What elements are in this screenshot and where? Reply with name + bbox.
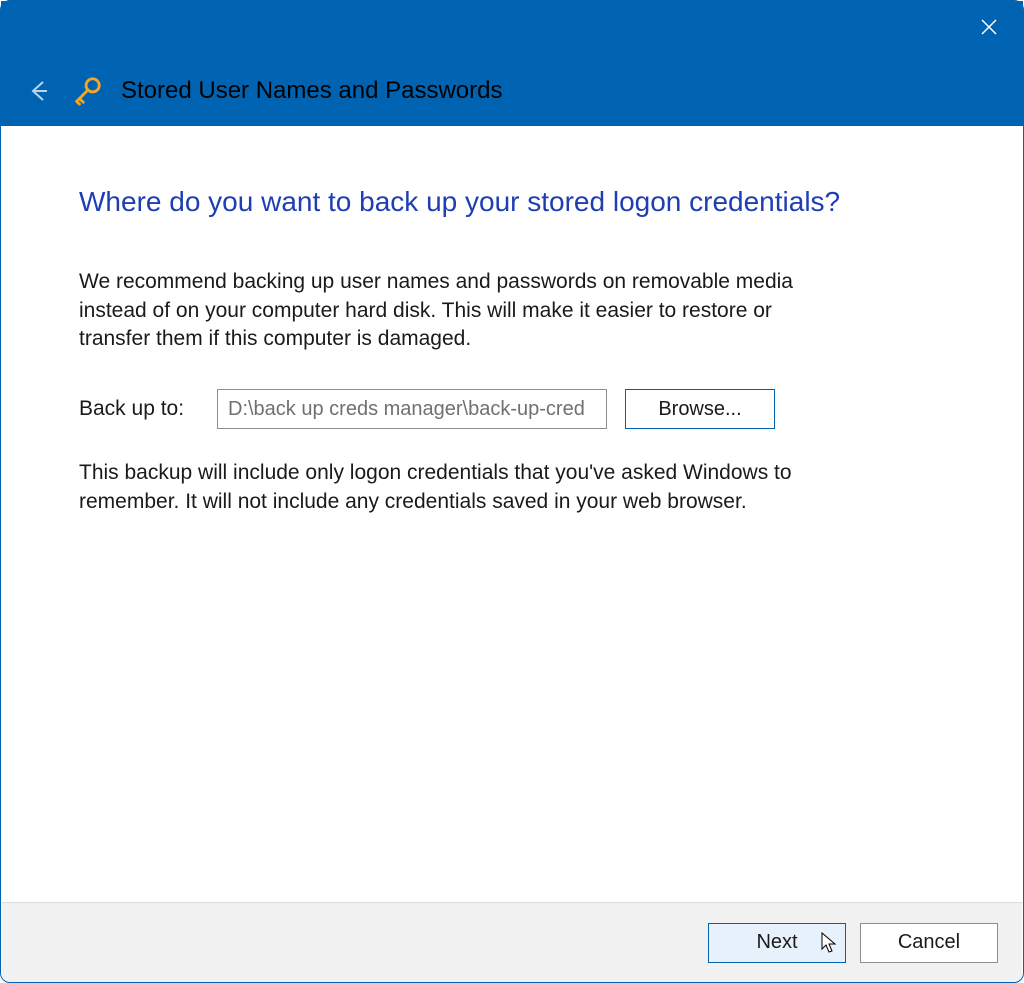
note-text: This backup will include only logon cred…	[79, 459, 819, 516]
browse-button[interactable]: Browse...	[625, 389, 775, 429]
header-title: Stored User Names and Passwords	[121, 77, 503, 105]
close-icon	[980, 18, 998, 36]
cancel-button[interactable]: Cancel	[860, 923, 998, 963]
next-button-label: Next	[756, 931, 797, 954]
description-text: We recommend backing up user names and p…	[79, 268, 819, 353]
back-arrow-icon	[25, 78, 51, 104]
cursor-icon	[819, 931, 839, 955]
header-bar: Stored User Names and Passwords	[1, 56, 1023, 126]
backup-path-input[interactable]	[217, 389, 607, 429]
titlebar	[1, 1, 1023, 56]
footer-bar: Next Cancel	[2, 902, 1022, 982]
back-button[interactable]	[23, 76, 53, 106]
key-icon	[71, 75, 103, 107]
backup-path-label: Back up to:	[79, 397, 199, 421]
content-area: Where do you want to back up your stored…	[1, 126, 1023, 902]
next-button[interactable]: Next	[708, 923, 846, 963]
page-heading: Where do you want to back up your stored…	[79, 184, 949, 220]
backup-path-row: Back up to: Browse...	[79, 389, 949, 429]
close-button[interactable]	[975, 13, 1003, 41]
